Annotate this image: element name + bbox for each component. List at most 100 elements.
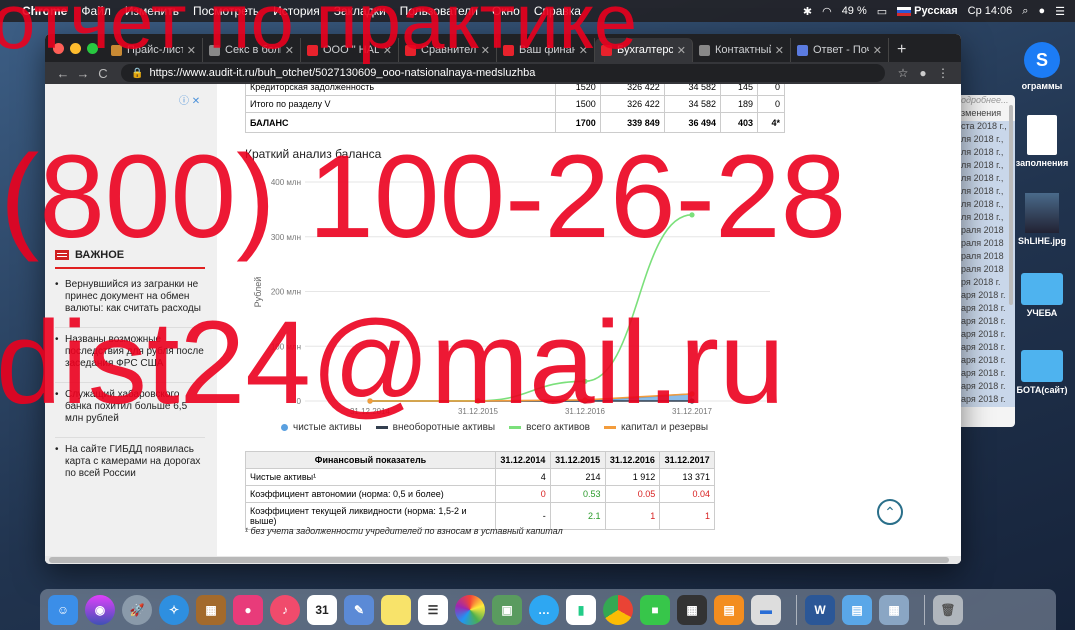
siri-icon[interactable]: ◉ [85, 594, 115, 625]
adchoices-icon[interactable]: ⓘ ✕ [179, 92, 200, 107]
zoom-window-button[interactable] [87, 43, 98, 54]
browser-tab[interactable]: ООО " НАЦ ✕ [301, 38, 399, 62]
bg-list-row[interactable]: одробнее... [955, 95, 1015, 108]
forward-icon[interactable]: → [73, 66, 93, 81]
desktop-icon-photo[interactable]: ShLIHE.jpg [1012, 193, 1072, 246]
clock[interactable]: Ср 14:06 [968, 5, 1013, 17]
reminders-icon[interactable]: ☰ [418, 594, 448, 625]
bg-list-row[interactable]: ря 2018 г. [955, 277, 1015, 290]
menu-kebab-icon[interactable]: ⋮ [933, 66, 953, 80]
photo-booth-icon[interactable]: ● [233, 594, 263, 625]
news-item[interactable]: Названы возможные последствия для рубля … [55, 327, 205, 370]
photos-icon[interactable] [455, 594, 485, 625]
menu-file[interactable]: Файл [81, 4, 111, 18]
scrollbar-thumb[interactable] [49, 557, 949, 563]
desktop-icon-folder-study[interactable]: УЧЕБА [1012, 273, 1072, 318]
bluetooth-icon[interactable]: ✱ [803, 5, 812, 18]
horizontal-scrollbar[interactable] [45, 556, 961, 564]
menu-chrome[interactable]: Chrome [22, 4, 67, 18]
notification-center-icon[interactable]: ☰ [1055, 5, 1065, 18]
scroll-up-button[interactable]: ⌃ [877, 499, 903, 525]
legend-item[interactable]: чистые активы [281, 422, 362, 433]
bookmark-star-icon[interactable]: ☆ [893, 66, 913, 80]
tab-close-icon[interactable]: ✕ [775, 44, 784, 57]
menu-view[interactable]: Посмотреть [193, 4, 259, 18]
browser-tab[interactable]: Прайс-лист ✕ [105, 38, 203, 62]
bg-list-row[interactable]: аря 2018 г. [955, 368, 1015, 381]
menu-help[interactable]: Справка [534, 4, 581, 18]
browser-tab[interactable]: Ответ - Поч ✕ [791, 38, 889, 62]
word-icon[interactable]: W [805, 594, 835, 625]
news-item[interactable]: Вернувшийся из загранки не принес докуме… [55, 279, 205, 315]
bg-list-row[interactable]: раля 2018 [955, 264, 1015, 277]
bg-list-row[interactable]: ля 2018 г., [955, 173, 1015, 186]
bg-list-row[interactable]: аря 2018 г. [955, 303, 1015, 316]
back-icon[interactable]: ← [53, 66, 73, 81]
input-source[interactable]: Русская [897, 5, 958, 17]
keynote-icon[interactable]: ▬ [751, 594, 781, 625]
bg-list-row[interactable]: ля 2018 г., [955, 134, 1015, 147]
battery-level[interactable]: 49 % [842, 5, 867, 17]
browser-tab[interactable]: Сравнитель ✕ [399, 38, 497, 62]
address-bar[interactable]: 🔒 https://www.audit-it.ru/buh_otchet/502… [121, 64, 885, 82]
news-item[interactable]: Служащий хабаровского банка похитил боль… [55, 382, 205, 425]
tab-close-icon[interactable]: ✕ [187, 44, 196, 57]
menu-edit[interactable]: Изменить [125, 4, 179, 18]
bg-list-row[interactable]: раля 2018 [955, 251, 1015, 264]
bg-list-row[interactable]: ля 2018 г., [955, 199, 1015, 212]
tab-close-icon[interactable]: ✕ [383, 44, 392, 57]
browser-tab[interactable]: Бухгалтерс ✕ [595, 38, 693, 62]
screenshot-stack-icon[interactable]: ▦ [879, 594, 909, 625]
bg-list-row[interactable]: зменения [955, 108, 1015, 121]
finder-icon[interactable]: ☺ [48, 594, 78, 625]
legend-item[interactable]: внеоборотные активы [375, 422, 495, 433]
spotlight-icon[interactable]: ⌕ [1022, 5, 1028, 18]
browser-tab[interactable]: Ваш финанс ✕ [497, 38, 595, 62]
legend-item[interactable]: всего активов [509, 422, 590, 433]
chrome-icon[interactable] [603, 594, 633, 625]
tab-close-icon[interactable]: ✕ [677, 44, 686, 57]
desktop-icon-doc[interactable]: заполнения [1012, 115, 1072, 168]
bg-list-row[interactable]: раля 2018 [955, 225, 1015, 238]
battery-icon[interactable]: ▭ [877, 5, 887, 18]
bg-list-row[interactable]: аря 2018 г. [955, 381, 1015, 394]
books-icon[interactable]: ▤ [714, 594, 744, 625]
menu-bookmarks[interactable]: Закладки [334, 4, 386, 18]
bg-list-row[interactable]: ста 2018 г., [955, 121, 1015, 134]
document-stack-icon[interactable]: ▤ [842, 594, 872, 625]
tab-close-icon[interactable]: ✕ [579, 44, 588, 57]
launchpad-icon[interactable]: 🚀 [122, 594, 152, 625]
browser-tab[interactable]: Контактный ✕ [693, 38, 791, 62]
tab-close-icon[interactable]: ✕ [285, 44, 294, 57]
tab-close-icon[interactable]: ✕ [481, 44, 490, 57]
new-tab-button[interactable]: + [889, 38, 914, 62]
menu-history[interactable]: История [273, 4, 320, 18]
bg-list-row[interactable]: аря 2018 г. [955, 329, 1015, 342]
bg-list-row[interactable]: аря 2018 г. [955, 290, 1015, 303]
browser-tab[interactable]: Секс в боль ✕ [203, 38, 301, 62]
bg-list-row[interactable]: раля 2018 [955, 238, 1015, 251]
messages-icon[interactable]: … [529, 594, 559, 625]
bg-list-row[interactable]: ля 2018 г., [955, 147, 1015, 160]
trash-icon[interactable]: 🗑 [933, 594, 963, 625]
safari-icon[interactable]: ✧ [159, 594, 189, 625]
bg-list-row[interactable]: аря 2018 г. [955, 316, 1015, 329]
close-window-button[interactable] [53, 43, 64, 54]
desktop-icon-folder-work[interactable]: БОТА(сайт) [1012, 350, 1072, 395]
bg-list-row[interactable]: ля 2018 г., [955, 212, 1015, 225]
siri-icon[interactable]: ● [1038, 5, 1045, 17]
notes-icon[interactable] [381, 594, 411, 625]
tab-close-icon[interactable]: ✕ [873, 44, 882, 57]
minimize-window-button[interactable] [70, 43, 81, 54]
numbers-icon[interactable]: ▮ [566, 594, 596, 625]
calendar-icon[interactable]: 31 [307, 594, 337, 625]
reload-icon[interactable]: C [93, 66, 113, 81]
bg-list-row[interactable]: ля 2018 г., [955, 186, 1015, 199]
legend-item[interactable]: капитал и резервы [603, 422, 708, 433]
bg-list-row[interactable]: аря 2018 г. [955, 342, 1015, 355]
menu-users[interactable]: Пользователи [400, 4, 478, 18]
facetime-icon[interactable]: ■ [640, 594, 670, 625]
menu-window[interactable]: Окно [492, 4, 520, 18]
text-edit-icon[interactable]: ✎ [344, 594, 374, 625]
wifi-icon[interactable]: ◠ [822, 5, 832, 18]
